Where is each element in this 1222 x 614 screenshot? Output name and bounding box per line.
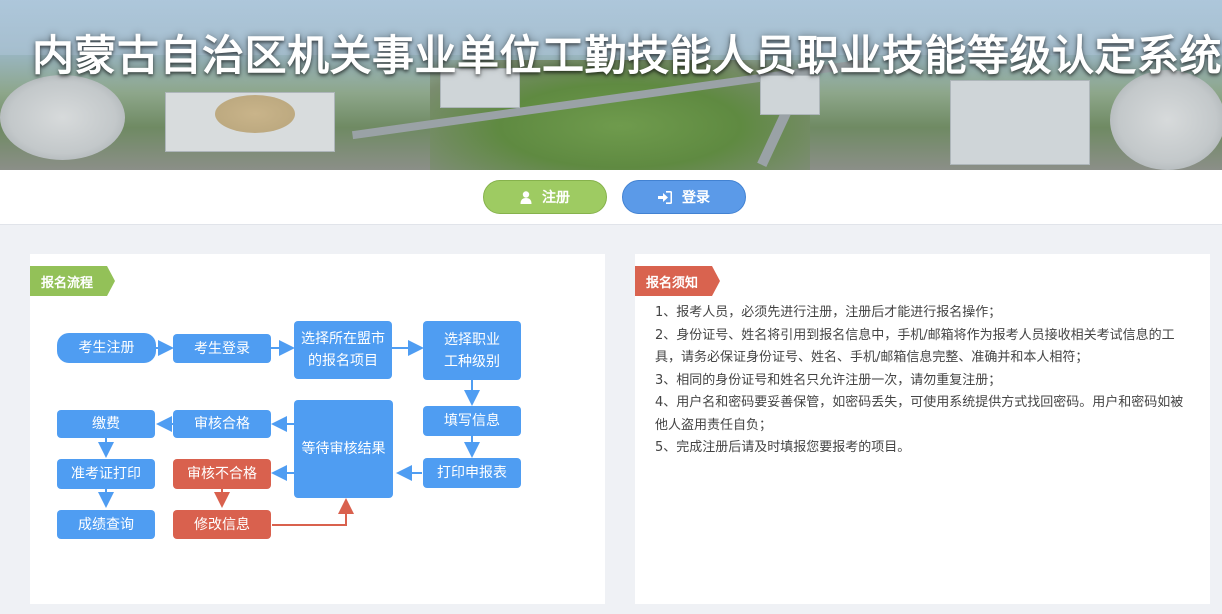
- banner-building-round: [1110, 70, 1222, 170]
- flow-node-modify-info: 修改信息: [173, 510, 271, 539]
- process-flowchart: 考生注册 考生登录 选择所在盟市 的报名项目 选择职业 工种级别 填写信息 打印…: [30, 254, 605, 604]
- flow-node-fill-info: 填写信息: [423, 406, 521, 436]
- flow-node-print-form: 打印申报表: [423, 458, 521, 488]
- banner-roof-garden: [215, 95, 295, 133]
- flow-node-score-query: 成绩查询: [57, 510, 155, 539]
- flow-node-choose-job-line1: 选择职业: [444, 331, 500, 348]
- flow-node-print-ticket: 准考证打印: [57, 459, 155, 489]
- notice-item: 1、报考人员，必须先进行注册，注册后才能进行报名操作；: [655, 305, 1002, 320]
- flow-node-choose-project-line2: 的报名项目: [308, 353, 378, 369]
- banner-building: [950, 80, 1090, 165]
- notice-panel: 报名须知 1、报考人员，必须先进行注册，注册后才能进行报名操作； 2、身份证号、…: [635, 254, 1210, 604]
- flow-node-choose-project: 选择所在盟市 的报名项目: [294, 321, 392, 379]
- notice-tag: 报名须知: [635, 266, 721, 296]
- banner-building-round: [0, 75, 125, 160]
- flow-node-exam-register: 考生注册: [57, 333, 156, 363]
- notice-list: 1、报考人员，必须先进行注册，注册后才能进行报名操作； 2、身份证号、姓名将引用…: [655, 302, 1190, 460]
- arrow-modify-to-await: [272, 498, 354, 526]
- header-banner: 内蒙古自治区机关事业单位工勤技能人员职业技能等级认定系统: [0, 0, 1222, 170]
- flow-node-review-fail: 审核不合格: [173, 459, 271, 489]
- flow-node-await-review: 等待审核结果: [294, 400, 393, 498]
- flow-node-pay: 缴费: [57, 410, 155, 438]
- flow-node-review-pass: 审核合格: [173, 410, 271, 438]
- register-label: 注册: [542, 190, 570, 206]
- notice-item: 4、用户名和密码要妥善保管，如密码丢失，可使用系统提供方式找回密码。用户和密码如…: [655, 395, 1184, 433]
- register-button[interactable]: 注册: [483, 180, 607, 214]
- notice-item: 2、身份证号、姓名将引用到报名信息中，手机/邮箱将作为报考人员接收相关考试信息的…: [655, 327, 1175, 366]
- auth-bar: 注册 登录: [0, 170, 1222, 225]
- sign-in-icon: [658, 190, 672, 204]
- flow-node-choose-project-line1: 选择所在盟市: [301, 331, 385, 347]
- flow-node-choose-job-line2: 工种级别: [444, 353, 500, 370]
- notice-item: 5、完成注册后请及时填报您要报考的项目。: [655, 440, 911, 455]
- notice-item: 3、相同的身份证号和姓名只允许注册一次，请勿重复注册；: [655, 372, 1002, 388]
- login-button[interactable]: 登录: [622, 180, 746, 214]
- flow-node-exam-login: 考生登录: [173, 334, 271, 363]
- flow-node-choose-job: 选择职业 工种级别: [423, 321, 521, 380]
- page-title: 内蒙古自治区机关事业单位工勤技能人员职业技能等级认定系统: [32, 31, 1222, 80]
- process-panel: 报名流程 考生注册 考生登录 选择所在盟市 的报名项目 选择职业 工种级别 填写…: [30, 254, 605, 604]
- login-label: 登录: [682, 190, 710, 206]
- user-icon: [520, 190, 532, 204]
